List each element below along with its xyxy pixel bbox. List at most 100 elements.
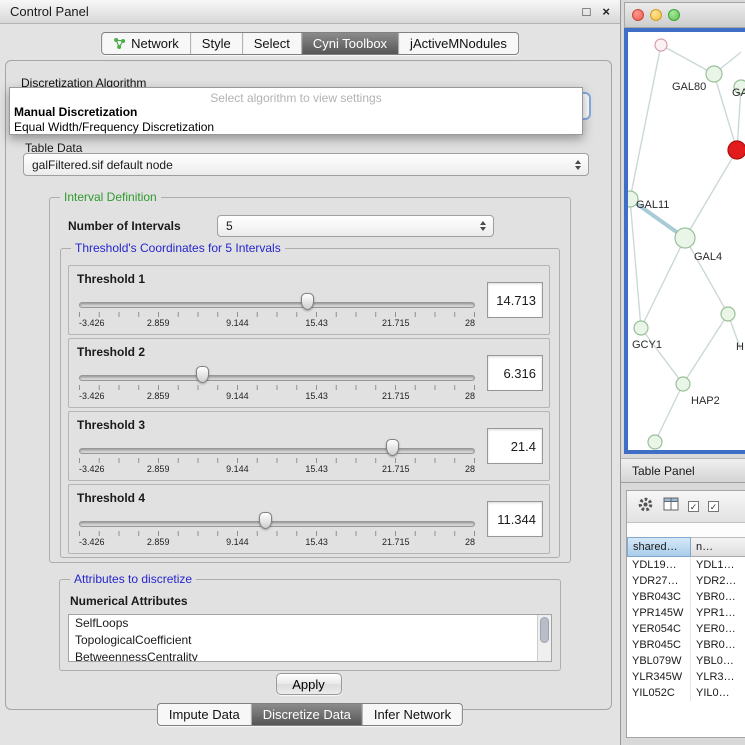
network-node[interactable] xyxy=(634,321,648,335)
cell-name[interactable]: YBL0… xyxy=(691,653,745,669)
scrollbar-thumb[interactable] xyxy=(540,617,549,643)
checkbox-icon[interactable]: ✓ xyxy=(708,501,719,512)
tab-network[interactable]: Network xyxy=(102,33,190,54)
network-node[interactable] xyxy=(655,39,667,51)
slider-track[interactable] xyxy=(79,448,475,454)
cell-name[interactable]: YIL0… xyxy=(691,685,745,701)
table-panel-header[interactable]: Table Panel xyxy=(621,458,745,483)
cell-shared-name[interactable]: YPR145W xyxy=(627,605,691,621)
control-panel-titlebar[interactable]: Control Panel □ × xyxy=(0,0,620,24)
threshold-slider[interactable]: -3.4262.8599.14415.4321.71528 xyxy=(79,485,475,553)
apply-button[interactable]: Apply xyxy=(276,673,342,695)
tab-discretize-data[interactable]: Discretize Data xyxy=(251,704,362,725)
cell-shared-name[interactable]: YER054C xyxy=(627,621,691,637)
columns-icon[interactable] xyxy=(663,497,679,516)
threshold-slider[interactable]: -3.4262.8599.14415.4321.71528 xyxy=(79,412,475,480)
close-traffic-icon[interactable] xyxy=(632,9,644,21)
tab-impute-data[interactable]: Impute Data xyxy=(158,704,251,725)
slider-thumb[interactable] xyxy=(386,439,399,456)
minimize-traffic-icon[interactable] xyxy=(650,9,662,21)
slider-track[interactable] xyxy=(79,302,475,308)
tab-cyni-toolbox[interactable]: Cyni Toolbox xyxy=(301,33,398,54)
tab-jactivemnodules[interactable]: jActiveMNodules xyxy=(398,33,518,54)
cell-name[interactable]: YLR3… xyxy=(691,669,745,685)
network-edge[interactable] xyxy=(655,384,683,442)
cell-shared-name[interactable]: YIL052C xyxy=(627,685,691,701)
table-row[interactable]: YIL052CYIL0… xyxy=(627,685,745,701)
network-edge[interactable] xyxy=(641,328,683,384)
table-row[interactable]: YLR345WYLR3… xyxy=(627,669,745,685)
table-row[interactable]: YBR045CYBR0… xyxy=(627,637,745,653)
network-edge[interactable] xyxy=(714,74,737,150)
network-window: GAL80GAGAL11GAL4GCY1HAP2H xyxy=(624,2,745,454)
threshold-value-field[interactable]: 6.316 xyxy=(487,355,543,391)
table-row[interactable]: YDR27…YDR2… xyxy=(627,573,745,589)
table-row[interactable]: YBR043CYBR0… xyxy=(627,589,745,605)
threshold-value-field[interactable]: 21.4 xyxy=(487,428,543,464)
column-header-name[interactable]: n… xyxy=(691,537,745,557)
algorithm-option[interactable]: Manual Discretization xyxy=(14,105,578,120)
network-node[interactable] xyxy=(706,66,722,82)
network-edge[interactable] xyxy=(685,238,728,314)
cell-name[interactable]: YBR0… xyxy=(691,637,745,653)
network-node[interactable] xyxy=(676,377,690,391)
network-edge[interactable] xyxy=(630,199,641,328)
number-of-intervals-combo[interactable]: 5 xyxy=(217,215,494,237)
network-node[interactable] xyxy=(675,228,695,248)
network-node[interactable] xyxy=(648,435,662,449)
number-of-intervals-label: Number of Intervals xyxy=(68,219,181,233)
cell-name[interactable]: YDR2… xyxy=(691,573,745,589)
cell-shared-name[interactable]: YLR345W xyxy=(627,669,691,685)
cell-shared-name[interactable]: YDR27… xyxy=(627,573,691,589)
network-edge[interactable] xyxy=(683,314,728,384)
network-edge[interactable] xyxy=(661,45,714,74)
algorithm-options: Manual DiscretizationEqual Width/Frequen… xyxy=(14,105,578,135)
attribute-list-item[interactable]: SelfLoops xyxy=(69,615,537,632)
algorithm-option[interactable]: Equal Width/Frequency Discretization xyxy=(14,120,578,135)
scale-label: 9.144 xyxy=(226,537,249,547)
slider-track[interactable] xyxy=(79,375,475,381)
numerical-attributes-list[interactable]: SelfLoopsTopologicalCoefficientBetweenne… xyxy=(68,614,552,662)
network-edge[interactable] xyxy=(641,238,685,328)
cell-name[interactable]: YDL1… xyxy=(691,557,745,573)
cell-name[interactable]: YPR1… xyxy=(691,605,745,621)
scale-label: -3.426 xyxy=(79,318,105,328)
network-node[interactable] xyxy=(721,307,735,321)
close-window-icon[interactable]: × xyxy=(602,4,610,19)
table-data-combo[interactable]: galFiltered.sif default node xyxy=(23,153,589,176)
zoom-traffic-icon[interactable] xyxy=(668,9,680,21)
network-svg[interactable]: GAL80GAGAL11GAL4GCY1HAP2H xyxy=(628,32,745,450)
table-row[interactable]: YPR145WYPR1… xyxy=(627,605,745,621)
threshold-value-field[interactable]: 14.713 xyxy=(487,282,543,318)
cell-shared-name[interactable]: YBR045C xyxy=(627,637,691,653)
scale-label: 2.859 xyxy=(147,464,170,474)
threshold-slider[interactable]: -3.4262.8599.14415.4321.71528 xyxy=(79,266,475,334)
attribute-list-item[interactable]: TopologicalCoefficient xyxy=(69,632,537,649)
threshold-value-field[interactable]: 11.344 xyxy=(487,501,543,537)
threshold-slider[interactable]: -3.4262.8599.14415.4321.71528 xyxy=(79,339,475,407)
tab-infer-network[interactable]: Infer Network xyxy=(362,704,462,725)
network-canvas[interactable]: GAL80GAGAL11GAL4GCY1HAP2H xyxy=(624,28,745,454)
tab-select[interactable]: Select xyxy=(242,33,301,54)
attributes-scrollbar[interactable] xyxy=(537,615,551,661)
column-header-shared-name[interactable]: shared… xyxy=(627,537,691,557)
cell-shared-name[interactable]: YDL19… xyxy=(627,557,691,573)
network-edge[interactable] xyxy=(630,45,661,199)
network-edge[interactable] xyxy=(685,150,737,238)
gear-icon[interactable] xyxy=(637,496,654,518)
checkbox-icon[interactable]: ✓ xyxy=(688,501,699,512)
network-window-titlebar[interactable] xyxy=(624,2,745,28)
table-row[interactable]: YBL079WYBL0… xyxy=(627,653,745,669)
network-node[interactable] xyxy=(728,141,745,159)
cell-shared-name[interactable]: YBL079W xyxy=(627,653,691,669)
table-row[interactable]: YER054CYER0… xyxy=(627,621,745,637)
slider-track[interactable] xyxy=(79,521,475,527)
cell-shared-name[interactable]: YBR043C xyxy=(627,589,691,605)
table-row[interactable]: YDL19…YDL1… xyxy=(627,557,745,573)
cell-name[interactable]: YBR0… xyxy=(691,589,745,605)
float-window-icon[interactable]: □ xyxy=(583,4,591,19)
attribute-list-item[interactable]: BetweennessCentrality xyxy=(69,649,537,662)
slider-thumb[interactable] xyxy=(196,366,209,383)
tab-style[interactable]: Style xyxy=(190,33,242,54)
cell-name[interactable]: YER0… xyxy=(691,621,745,637)
